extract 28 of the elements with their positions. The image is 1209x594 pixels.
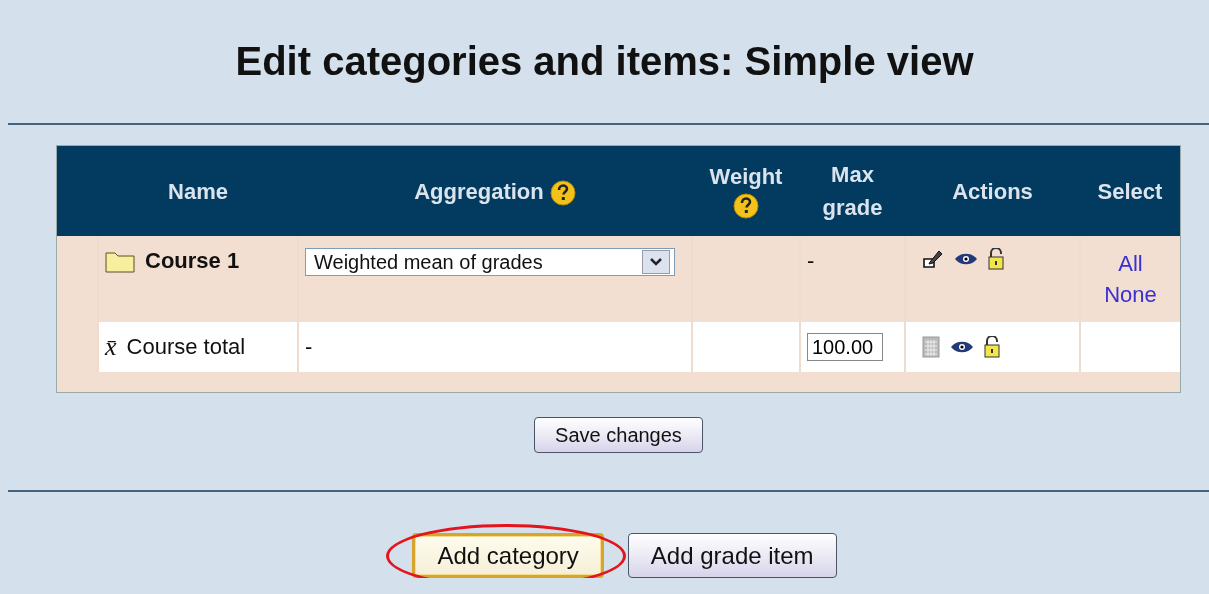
add-grade-item-button[interactable]: Add grade item [627, 533, 837, 578]
help-icon[interactable] [549, 179, 576, 206]
select-link[interactable]: None [1087, 279, 1174, 310]
eye-icon[interactable] [954, 252, 978, 266]
column-header: Weight [709, 163, 783, 189]
lock-icon[interactable] [984, 336, 1000, 358]
category-name: Course 1 [145, 248, 240, 274]
help-icon[interactable] [733, 193, 759, 220]
column-header: Max grade [821, 161, 884, 222]
column-header: Aggregation [414, 178, 544, 204]
page-title: Edit categories and items: Simple view [235, 39, 974, 84]
item-name: Course total [126, 334, 246, 360]
column-header: Name [168, 178, 228, 204]
max-grade-field[interactable]: 100.00 [807, 333, 883, 361]
lock-icon[interactable] [988, 248, 1004, 270]
select-link[interactable]: All [1087, 248, 1174, 279]
mean-symbol: x̄ [105, 332, 117, 362]
table-cell: - [305, 334, 313, 359]
eye-icon[interactable] [950, 340, 974, 354]
column-header: Actions [952, 178, 1033, 204]
dropdown-caret-icon[interactable] [642, 250, 670, 274]
column-header: Select [1097, 178, 1163, 204]
folder-icon [105, 249, 135, 273]
aggregation-dropdown[interactable]: Weighted mean of grades [305, 248, 675, 276]
edit-icon[interactable] [922, 249, 944, 269]
add-category-button[interactable]: Add category [412, 533, 604, 578]
table-cell: - [807, 248, 815, 273]
save-changes-button[interactable]: Save changes [534, 417, 703, 453]
